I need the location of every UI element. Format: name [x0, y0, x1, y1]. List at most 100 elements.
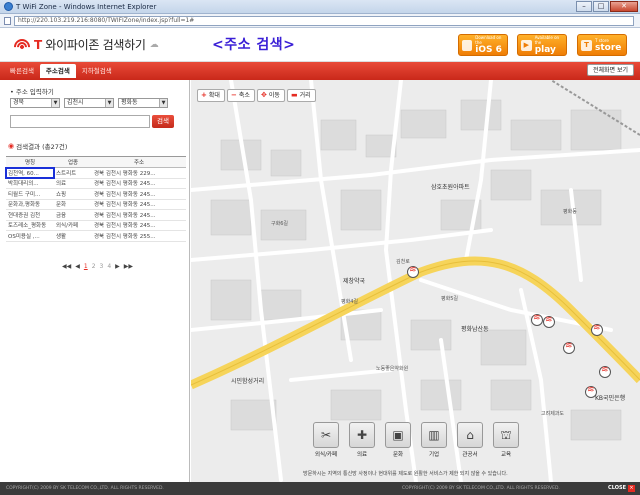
page-1[interactable]: 1	[84, 263, 88, 270]
column-header-name[interactable]: 명칭	[6, 156, 54, 168]
window-close-button[interactable]: ✕	[610, 1, 638, 12]
copyright-right: COPYRIGHT(C) 2009 BY SK TELECOM CO.,LTD.…	[402, 486, 560, 491]
tab-quick-search[interactable]: 빠른검색	[4, 64, 40, 78]
search-button[interactable]: 검색	[152, 115, 174, 128]
map-label: 평화4길	[341, 299, 358, 305]
cell-name[interactable]: 박희대리의...	[6, 178, 54, 189]
category-culture[interactable]: ▣ 문화	[383, 422, 413, 458]
category-medical[interactable]: ✚ 의료	[347, 422, 377, 458]
zoom-in-button[interactable]: + 확대	[197, 89, 225, 102]
cell-category: 의료	[54, 178, 92, 189]
cell-name[interactable]: 티월드 구미...	[6, 188, 54, 200]
map-notice: 방문하시는 지역의 통신망 사정이나 현대위를 제도로 원활한 서비스가 제한 …	[303, 471, 508, 477]
utensils-icon: ✂	[313, 422, 339, 448]
cell-name[interactable]: 김천역, 60...	[5, 166, 55, 179]
category-government[interactable]: ⌂ 관공서	[455, 422, 485, 458]
window-title: T WiFi Zone - Windows Internet Explorer	[16, 2, 157, 11]
google-play-button[interactable]: ▶ Available on the play	[517, 34, 567, 56]
city-select[interactable]: 김천시 ▼	[64, 98, 114, 108]
address-input-label: • 주소 입력하기	[10, 88, 54, 96]
pan-button[interactable]: ✥ 이동	[257, 89, 285, 102]
cell-category: 쇼핑	[54, 188, 92, 200]
table-row[interactable]: 김천역, 60... 스트리트 경북 김천시 평화동 229...	[5, 166, 186, 179]
zoom-out-button[interactable]: − 축소	[227, 89, 255, 102]
graduation-cap-icon: ⛫	[493, 422, 519, 448]
cell-name[interactable]: 문화과,평화동	[6, 199, 54, 210]
building-icon: ▥	[421, 422, 447, 448]
result-table: 명칭 업종 주소 김천역, 60... 스트리트 경북 김천시 평화동 229...…	[5, 156, 186, 242]
next-page-button[interactable]: ▶	[115, 263, 120, 270]
cell-name[interactable]: 현대증권 김천	[6, 209, 54, 221]
t-store-button[interactable]: T T store store	[577, 34, 627, 56]
category-food-cafe[interactable]: ✂ 외식/카페	[311, 422, 341, 458]
district-select[interactable]: 평화동 ▼	[118, 98, 168, 108]
wifi-poi-marker[interactable]	[543, 315, 555, 328]
sidebar: • 주소 입력하기 경북 ▼ 김천시 ▼ 평화동 ▼ 검색 ◉ 검색결과 (총27건)…	[0, 80, 190, 482]
table-row[interactable]: 박희대리의... 의료 경북 김천시 평화동 245...	[6, 178, 186, 189]
wifi-poi-marker[interactable]	[531, 313, 543, 326]
column-header-category[interactable]: 업종	[54, 156, 92, 168]
close-icon[interactable]: ×	[628, 485, 635, 492]
app-store-button[interactable]: Download on the iOS 6	[458, 34, 508, 56]
wifi-poi-marker[interactable]	[599, 365, 611, 378]
table-row[interactable]: OS미용실 ,... 생활 경북 김천시 평화동 255...	[6, 230, 186, 242]
wifi-poi-marker[interactable]	[585, 385, 597, 398]
table-row[interactable]: 문화과,평화동 문화 경북 김천시 평화동 245...	[6, 199, 186, 210]
chevron-down-icon: ▼	[105, 99, 113, 107]
map-label: 구화6길	[271, 221, 288, 227]
map-label: 평화5길	[441, 296, 458, 302]
move-icon: ✥	[261, 91, 267, 99]
minus-icon: −	[231, 91, 237, 99]
map-view[interactable]: + 확대 − 축소 ✥ 이동 ▬ 거리 삼호초원아파트 평화동 제창약국 김천로 평화남…	[191, 80, 640, 482]
cell-category: 외식/카페	[54, 220, 92, 231]
window-controls: – □ ✕	[576, 1, 638, 12]
address-search-input[interactable]	[10, 115, 150, 128]
category-education[interactable]: ⛫ 교육	[491, 422, 521, 458]
first-page-button[interactable]: ◀◀	[62, 263, 71, 270]
table-row[interactable]: 티월드 구미... 쇼핑 경북 김천시 평화동 245...	[6, 188, 186, 200]
site-header: T 와이파이존 검색하기 ☁ <주소 검색> Download on the iO…	[0, 28, 640, 62]
cell-name[interactable]: OS미용실 ,...	[6, 230, 54, 242]
cell-address: 경북 김천시 평화동 245...	[92, 188, 186, 200]
tab-address-search[interactable]: 주소검색	[39, 64, 76, 78]
wifi-poi-marker[interactable]	[563, 341, 575, 354]
site-logo[interactable]: T 와이파이존 검색하기 ☁	[10, 35, 159, 58]
address-bar: http://220.103.219.216:8080/TWIFIZone/in…	[0, 14, 640, 28]
tab-subway-search[interactable]: 지하철검색	[76, 64, 118, 78]
cell-name[interactable]: 토즈레소_평화동	[6, 220, 54, 231]
ie-icon	[4, 2, 13, 11]
wifi-logo-icon	[10, 35, 34, 58]
maximize-button[interactable]: □	[593, 1, 609, 12]
cell-address: 경북 김천시 평화동 245...	[92, 209, 186, 221]
map-label: 제창약국	[343, 278, 366, 285]
minimize-button[interactable]: –	[576, 1, 592, 12]
last-page-button[interactable]: ▶▶	[124, 263, 133, 270]
distance-button[interactable]: ▬ 거리	[287, 89, 316, 102]
page-icon	[4, 16, 11, 25]
province-select[interactable]: 경북 ▼	[10, 98, 60, 108]
url-field[interactable]: http://220.103.219.216:8080/TWIFIZone/in…	[14, 15, 634, 26]
close-label[interactable]: CLOSE	[608, 482, 626, 495]
pagination: ◀◀ ◀ 1 2 3 4 ▶ ▶▶	[62, 263, 133, 270]
page-2[interactable]: 2	[92, 263, 96, 270]
wifi-poi-marker[interactable]	[591, 323, 603, 336]
window-titlebar: T WiFi Zone - Windows Internet Explorer …	[0, 0, 640, 14]
prev-page-button[interactable]: ◀	[75, 263, 80, 270]
page-4[interactable]: 4	[107, 263, 111, 270]
column-header-address[interactable]: 주소	[92, 156, 186, 168]
map-label: 평화동	[563, 209, 577, 215]
fullscreen-button[interactable]: 전체화면 보기	[586, 64, 634, 76]
cell-address: 경북 김천시 평화동 245...	[92, 199, 186, 210]
page-3[interactable]: 3	[100, 263, 104, 270]
ruler-icon: ▬	[291, 91, 298, 99]
table-row[interactable]: 현대증권 김천 금융 경북 김천시 평화동 245...	[6, 209, 186, 221]
category-bar: ✂ 외식/카페 ✚ 의료 ▣ 문화 ▥ 기업 ⌂ 관공서 ⛫ 교육	[311, 422, 521, 458]
wifi-poi-marker[interactable]	[407, 265, 419, 278]
category-business[interactable]: ▥ 기업	[419, 422, 449, 458]
chevron-down-icon: ▼	[51, 99, 59, 107]
search-tabs: 빠른검색 주소검색 지하철검색	[4, 64, 118, 78]
plus-icon: +	[201, 91, 207, 99]
cell-category: 생활	[54, 230, 92, 242]
table-row[interactable]: 토즈레소_평화동 외식/카페 경북 김천시 평화동 245...	[6, 220, 186, 231]
result-title: ◉ 검색결과 (총27건)	[8, 142, 68, 151]
